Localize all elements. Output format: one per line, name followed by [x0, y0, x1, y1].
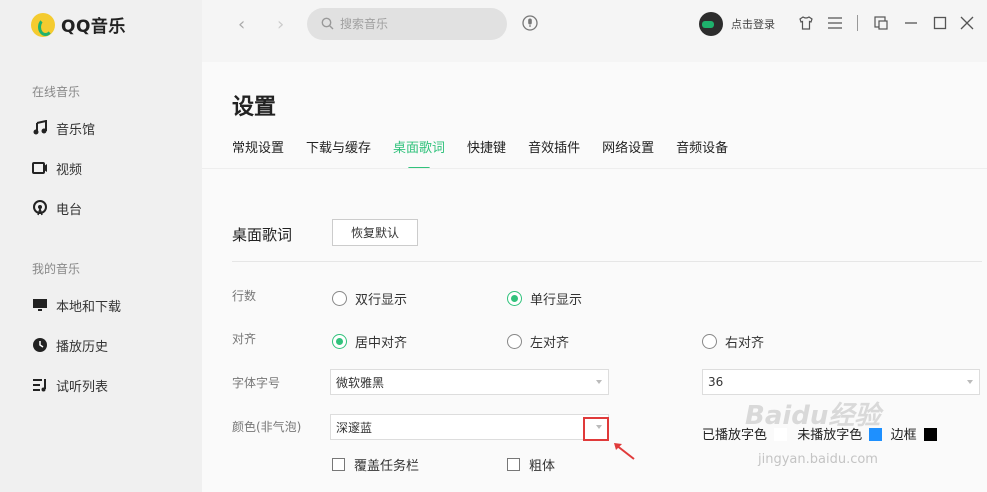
section-title: 桌面歌词: [232, 226, 293, 244]
radio-icon: [31, 200, 48, 217]
my-music-title: 我的音乐: [32, 262, 81, 276]
settings-content: 桌面歌词 恢复默认 行数 双行显示 单行显示 对齐 居中对齐 左对齐 右对齐 字…: [202, 168, 987, 492]
sidebar-item-label: 播放历史: [56, 339, 109, 355]
login-area[interactable]: 点击登录: [699, 12, 775, 36]
reset-default-button[interactable]: 恢复默认: [332, 219, 418, 246]
check-box[interactable]: [507, 458, 520, 471]
color-label: 颜色(非气泡): [232, 420, 302, 434]
chevron-down-icon: [596, 380, 602, 384]
maximize-icon[interactable]: [931, 14, 949, 32]
login-label[interactable]: 点击登录: [731, 16, 775, 32]
radio-label: 右对齐: [725, 336, 765, 351]
forward-arrow-icon[interactable]: ›: [277, 14, 284, 35]
mini-mode-icon[interactable]: [872, 14, 890, 32]
radio-single-line[interactable]: 单行显示: [507, 289, 582, 308]
search-icon: [321, 15, 334, 34]
border-color-swatch[interactable]: [923, 428, 937, 441]
dropdown-highlight-box: [583, 417, 609, 441]
sidebar: QQ音乐 在线音乐 音乐馆 视频 电台 我的音乐 本地和下载 播放历史 试听列表: [0, 0, 202, 492]
sidebar-item-label: 视频: [56, 162, 83, 178]
chevron-down-icon: [967, 380, 973, 384]
search-box[interactable]: [307, 8, 507, 40]
checkbox-label: 覆盖任务栏: [354, 459, 420, 474]
radio-align-left[interactable]: 左对齐: [507, 332, 569, 351]
check-box[interactable]: [332, 458, 345, 471]
monitor-icon: [31, 297, 48, 314]
radio-circle[interactable]: [507, 291, 522, 306]
clock-icon: [31, 337, 48, 354]
align-label: 对齐: [232, 332, 257, 346]
watermark: Baidu经验: [745, 401, 881, 431]
radio-circle[interactable]: [332, 291, 347, 306]
radio-circle[interactable]: [507, 334, 522, 349]
skin-tshirt-icon[interactable]: [797, 14, 815, 32]
red-arrow-annotation: [614, 443, 635, 460]
sidebar-item-music-hall[interactable]: 音乐馆: [31, 118, 95, 138]
radio-label: 单行显示: [530, 293, 583, 308]
font-size-select[interactable]: 36: [702, 369, 980, 395]
search-input[interactable]: [340, 17, 480, 31]
lines-label: 行数: [232, 289, 257, 303]
close-icon[interactable]: [958, 14, 976, 32]
page-title: 设置: [232, 95, 277, 120]
sidebar-item-radio[interactable]: 电台: [31, 198, 82, 218]
checkbox-label: 粗体: [529, 459, 556, 474]
radio-align-right[interactable]: 右对齐: [702, 332, 764, 351]
sidebar-item-label: 试听列表: [56, 379, 109, 395]
app-name: QQ音乐: [61, 17, 126, 37]
radio-circle[interactable]: [702, 334, 717, 349]
minimize-icon[interactable]: [902, 14, 920, 32]
top-bar: ‹ › 点击登录: [202, 0, 987, 62]
font-size-value: 36: [708, 375, 724, 389]
sidebar-item-local-download[interactable]: 本地和下载: [31, 295, 121, 315]
font-family-value: 微软雅黑: [336, 375, 385, 390]
radio-label: 左对齐: [530, 336, 570, 351]
tab-download-cache[interactable]: 下载与缓存: [306, 137, 371, 164]
toolbar-separator: [857, 15, 858, 31]
tab-general[interactable]: 常规设置: [232, 137, 284, 164]
online-music-title: 在线音乐: [32, 85, 81, 99]
video-icon: [31, 160, 48, 177]
radio-double-line[interactable]: 双行显示: [332, 289, 407, 308]
sidebar-item-label: 音乐馆: [56, 122, 96, 138]
checkbox-cover-taskbar[interactable]: 覆盖任务栏: [332, 455, 419, 474]
sidebar-item-play-history[interactable]: 播放历史: [31, 335, 108, 355]
radio-label: 双行显示: [355, 293, 408, 308]
qq-music-logo-icon: [31, 12, 55, 37]
radio-align-center[interactable]: 居中对齐: [332, 332, 407, 351]
sidebar-item-video[interactable]: 视频: [31, 158, 82, 178]
checkbox-bold[interactable]: 粗体: [507, 455, 555, 474]
tab-network[interactable]: 网络设置: [602, 137, 654, 164]
font-label: 字体字号: [232, 376, 281, 390]
tab-desktop-lyrics[interactable]: 桌面歌词: [393, 137, 445, 164]
music-note-icon: [31, 120, 48, 137]
settings-tabs: 常规设置 下载与缓存 桌面歌词 快捷键 音效插件 网络设置 音频设备: [232, 137, 728, 164]
color-select[interactable]: 深邃蓝: [330, 414, 609, 440]
sidebar-item-label: 电台: [56, 202, 83, 218]
border-label: 边框: [890, 428, 917, 443]
tab-audio-device[interactable]: 音频设备: [676, 137, 728, 164]
playlist-icon: [31, 377, 48, 394]
radio-circle[interactable]: [332, 334, 347, 349]
tab-shortcuts[interactable]: 快捷键: [467, 137, 506, 164]
watermark-url: jingyan.baidu.com: [758, 452, 878, 467]
radio-label: 居中对齐: [355, 336, 408, 351]
tab-sound-plugins[interactable]: 音效插件: [528, 137, 580, 164]
voice-search-icon[interactable]: [522, 14, 538, 36]
font-family-select[interactable]: 微软雅黑: [330, 369, 609, 395]
sidebar-item-label: 本地和下载: [56, 299, 122, 315]
color-value: 深邃蓝: [336, 420, 373, 435]
back-arrow-icon[interactable]: ‹: [238, 14, 245, 35]
sidebar-item-trial-list[interactable]: 试听列表: [31, 375, 108, 395]
menu-icon[interactable]: [826, 14, 844, 32]
avatar[interactable]: [699, 12, 723, 36]
divider: [232, 261, 982, 262]
app-logo[interactable]: QQ音乐: [31, 12, 126, 37]
